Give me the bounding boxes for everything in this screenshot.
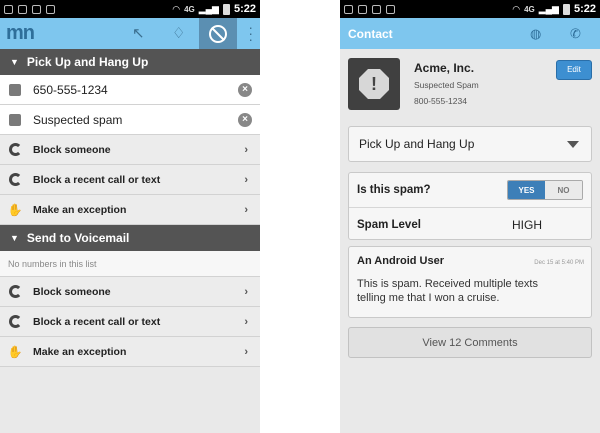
wifi-icon: ◠ <box>172 3 181 14</box>
battery-icon <box>222 3 230 15</box>
contact-phone: 800-555-1234 <box>414 96 467 106</box>
screen-title: Contact <box>348 26 393 41</box>
blocked-number-label: Suspected spam <box>33 112 123 127</box>
action-label: Block a recent call or text <box>33 315 161 328</box>
wifi-icon: ◠ <box>512 3 521 14</box>
thumbs-down-icon <box>8 113 22 127</box>
block-someone-row[interactable]: Block someone › <box>0 135 260 165</box>
thumbs-down-icon <box>8 83 22 97</box>
section-header-send-to-voicemail[interactable]: ▼ Send to Voicemail <box>0 225 260 251</box>
chevron-right-icon: › <box>244 173 248 186</box>
make-exception-row[interactable]: ✋ Make an exception › <box>0 337 260 367</box>
download-icon <box>372 4 381 14</box>
spam-no-button[interactable]: NO <box>545 181 582 199</box>
status-bar: ◠ 4G ▂▄▆ 5:22 <box>0 0 260 18</box>
contact-card: ! Acme, Inc. Suspected Spam 800-555-1234… <box>348 58 592 114</box>
signal-icon: ▂▄▆ <box>538 3 559 14</box>
block-recent-icon <box>8 173 22 187</box>
blocked-number-label: 650-555-1234 <box>33 82 108 97</box>
phone-icon[interactable]: ✆ <box>570 26 581 42</box>
contact-status: Suspected Spam <box>414 80 479 90</box>
comment-card: An Android User Dec 15 at 5:40 PM This i… <box>348 246 592 318</box>
spam-toggle[interactable]: YES NO <box>507 180 583 200</box>
usb-icon <box>386 4 395 14</box>
action-label: Block a recent call or text <box>33 173 161 186</box>
notification-icon <box>4 4 13 14</box>
voicemail-icon[interactable]: ♢ <box>172 24 185 42</box>
comment-date: Dec 15 at 5:40 PM <box>534 260 584 266</box>
usb-icon <box>46 4 55 14</box>
block-recent-icon <box>8 315 22 329</box>
overflow-menu-icon[interactable]: · · · <box>248 20 253 46</box>
spam-yes-button[interactable]: YES <box>508 181 545 199</box>
section-title: Pick Up and Hang Up <box>26 55 149 69</box>
globe-icon[interactable]: ◍ <box>530 26 541 42</box>
block-list-screen: ◠ 4G ▂▄▆ 5:22 mn ↖ ♢ · · · ▼ Pick Up and H… <box>0 0 260 433</box>
action-label: Make an exception <box>33 345 127 358</box>
contact-screen: ◠ 4G ▂▄▆ 5:22 Contact ◍ ✆ ! Acme, Inc. S… <box>340 0 600 433</box>
action-bar: Contact ◍ ✆ <box>340 18 600 49</box>
network-type: 4G <box>524 4 535 14</box>
hang-up-icon[interactable]: ↖ <box>132 24 145 42</box>
block-recent-row[interactable]: Block a recent call or text › <box>0 307 260 337</box>
warning-icon: ! <box>359 69 389 99</box>
remove-icon[interactable]: × <box>238 83 252 97</box>
app-logo: mn <box>6 22 35 44</box>
comment-text: This is spam. Received multiple texts te… <box>357 278 538 304</box>
block-someone-icon <box>8 285 22 299</box>
dropdown-arrow-icon <box>567 141 579 148</box>
view-comments-button[interactable]: View 12 Comments <box>348 327 592 358</box>
edit-button[interactable]: Edit <box>556 60 592 80</box>
chevron-right-icon: › <box>244 345 248 358</box>
action-label: Make an exception <box>33 203 127 216</box>
spam-question-label: Is this spam? <box>357 184 431 196</box>
headset-icon <box>18 4 27 14</box>
remove-icon[interactable]: × <box>238 113 252 127</box>
spam-level-value: HIGH <box>512 217 542 232</box>
chevron-right-icon: › <box>244 203 248 216</box>
action-bar: mn ↖ ♢ · · · <box>0 18 260 49</box>
spam-level-label: Spam Level <box>357 218 421 231</box>
exception-icon: ✋ <box>7 344 23 359</box>
exception-icon: ✋ <box>7 202 23 217</box>
block-someone-row[interactable]: Block someone › <box>0 277 260 307</box>
block-mode-select[interactable]: Pick Up and Hang Up <box>348 126 592 162</box>
chevron-right-icon: › <box>244 285 248 298</box>
download-icon <box>32 4 41 14</box>
block-mode-value: Pick Up and Hang Up <box>359 137 475 151</box>
block-recent-row[interactable]: Block a recent call or text › <box>0 165 260 195</box>
spam-question-row: Is this spam? YES NO <box>349 173 591 207</box>
signal-icon: ▂▄▆ <box>198 3 219 14</box>
spam-level-row: Spam Level HIGH <box>349 207 591 241</box>
section-title: Send to Voicemail <box>26 231 130 245</box>
blocked-number-row[interactable]: Suspected spam × <box>0 105 260 135</box>
section-header-pick-up-hang-up[interactable]: ▼ Pick Up and Hang Up <box>0 49 260 75</box>
network-type: 4G <box>184 4 195 14</box>
empty-list-message: No numbers in this list <box>0 251 260 277</box>
battery-icon <box>562 3 570 15</box>
chevron-right-icon: › <box>244 315 248 328</box>
block-icon <box>209 24 227 43</box>
headset-icon <box>358 4 367 14</box>
collapse-arrow-icon: ▼ <box>10 57 19 67</box>
notification-icon <box>344 4 353 14</box>
make-exception-row[interactable]: ✋ Make an exception › <box>0 195 260 225</box>
clock: 5:22 <box>573 3 596 15</box>
action-label: Block someone <box>33 143 111 156</box>
clock: 5:22 <box>233 3 256 15</box>
spam-panel: Is this spam? YES NO Spam Level HIGH <box>348 172 592 240</box>
chevron-right-icon: › <box>244 143 248 156</box>
collapse-arrow-icon: ▼ <box>10 233 19 243</box>
contact-name: Acme, Inc. <box>414 61 475 75</box>
blocked-number-row[interactable]: 650-555-1234 × <box>0 75 260 105</box>
block-someone-icon <box>8 143 22 157</box>
avatar: ! <box>348 58 400 110</box>
status-bar: ◠ 4G ▂▄▆ 5:22 <box>340 0 600 18</box>
action-label: Block someone <box>33 285 111 298</box>
block-tab[interactable] <box>199 18 237 49</box>
